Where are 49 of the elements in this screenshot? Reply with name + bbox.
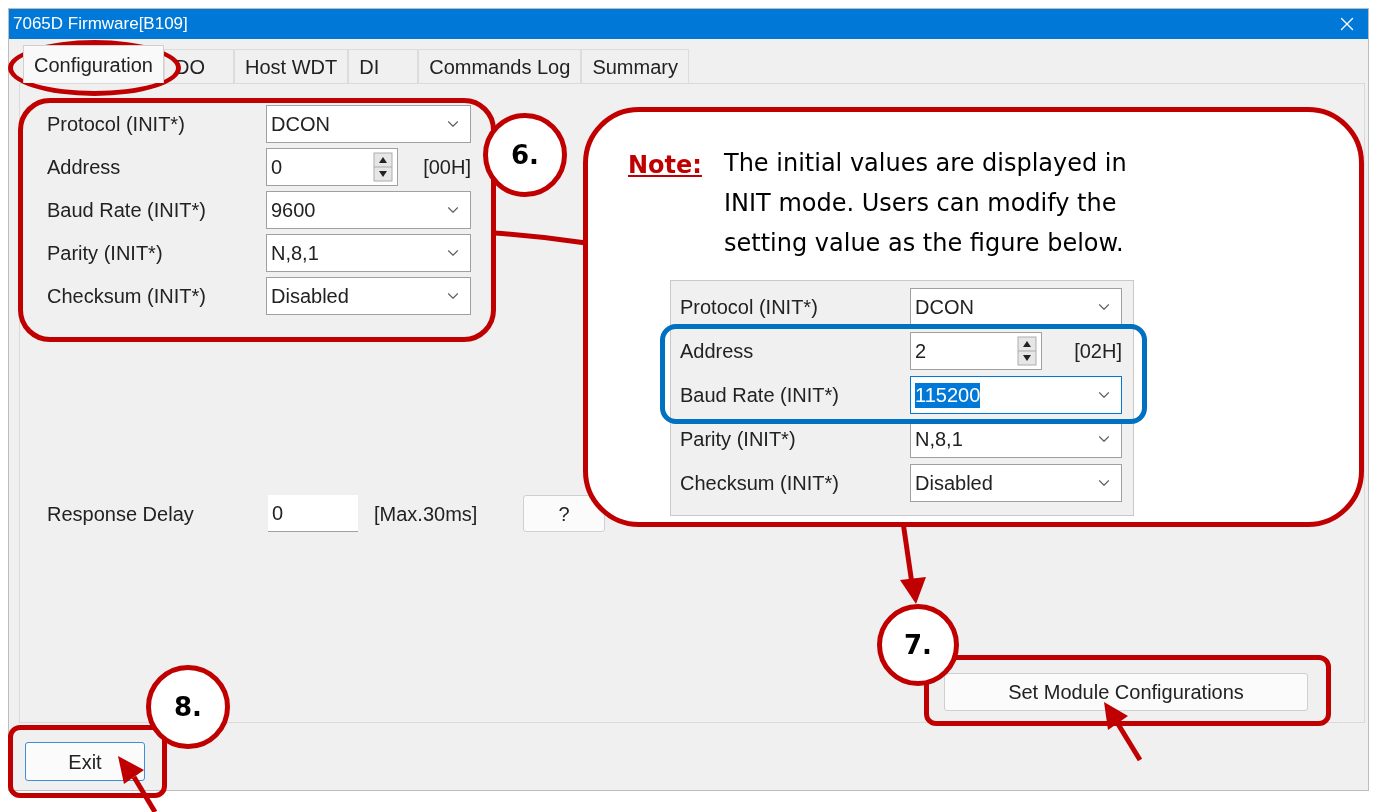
- spinner-arrows-icon[interactable]: [1017, 336, 1037, 366]
- dropdown-value: 9600: [271, 197, 316, 223]
- dropdown-value: DCON: [271, 111, 330, 137]
- dropdown-value: DCON: [915, 294, 974, 320]
- help-button[interactable]: ?: [523, 495, 605, 532]
- dropdown[interactable]: DCON: [266, 105, 471, 143]
- dropdown[interactable]: Disabled: [910, 464, 1122, 502]
- number-field[interactable]: 0: [266, 148, 398, 186]
- field-label: Protocol (INIT*): [47, 112, 186, 137]
- tab[interactable]: Commands Log: [418, 49, 582, 83]
- tab[interactable]: DI: [348, 49, 419, 83]
- number-value: 2: [915, 339, 927, 364]
- dropdown[interactable]: N,8,1: [266, 234, 471, 272]
- arrow: [1104, 702, 1143, 762]
- max-delay-hint: [Max.30ms]: [374, 501, 479, 527]
- dropdown[interactable]: 9600: [266, 191, 471, 229]
- number-value: 0: [271, 155, 283, 180]
- tab[interactable]: Configuration: [23, 45, 164, 83]
- dropdown-value: Disabled: [271, 283, 349, 309]
- field-label: Address: [47, 155, 122, 180]
- spinner-arrows-icon[interactable]: [373, 152, 393, 182]
- window-title: 7065D Firmware[B109]: [13, 13, 188, 36]
- field-label: Address: [680, 339, 755, 364]
- field-label: Response Delay: [47, 501, 195, 527]
- field-label: Checksum (INIT*): [47, 284, 207, 309]
- field-label: Protocol (INIT*): [680, 295, 819, 320]
- exit-button[interactable]: Exit: [25, 742, 145, 781]
- field-label: Baud Rate (INIT*): [680, 383, 840, 408]
- number-field[interactable]: 2: [910, 332, 1042, 370]
- dropdown-value: N,8,1: [915, 426, 963, 452]
- dropdown[interactable]: Disabled: [266, 277, 471, 315]
- field-label: Baud Rate (INIT*): [47, 198, 207, 223]
- response-delay-field[interactable]: 0: [268, 495, 358, 532]
- hex-address-label: [00H]: [423, 155, 471, 180]
- field-label: Parity (INIT*): [47, 241, 164, 266]
- field-label: Checksum (INIT*): [680, 471, 840, 496]
- arrow: [118, 756, 158, 812]
- field-label: Parity (INIT*): [680, 427, 797, 452]
- note-text: The initial values are displayed in INIT mode. Users can modify the setting value as the figure below.: [724, 148, 1128, 259]
- hex-address-label: [02H]: [1074, 339, 1122, 364]
- set-module-configurations-button[interactable]: Set Module Configurations: [944, 673, 1308, 711]
- dropdown[interactable]: 115200: [910, 376, 1122, 414]
- tab[interactable]: Summary: [581, 49, 689, 83]
- note-heading: Note:: [628, 150, 703, 181]
- dropdown-value: 115200: [915, 382, 981, 408]
- dropdown-value: N,8,1: [271, 240, 319, 266]
- dropdown[interactable]: DCON: [910, 288, 1122, 326]
- tab[interactable]: Host WDT: [233, 49, 349, 83]
- dropdown-value: Disabled: [915, 470, 993, 496]
